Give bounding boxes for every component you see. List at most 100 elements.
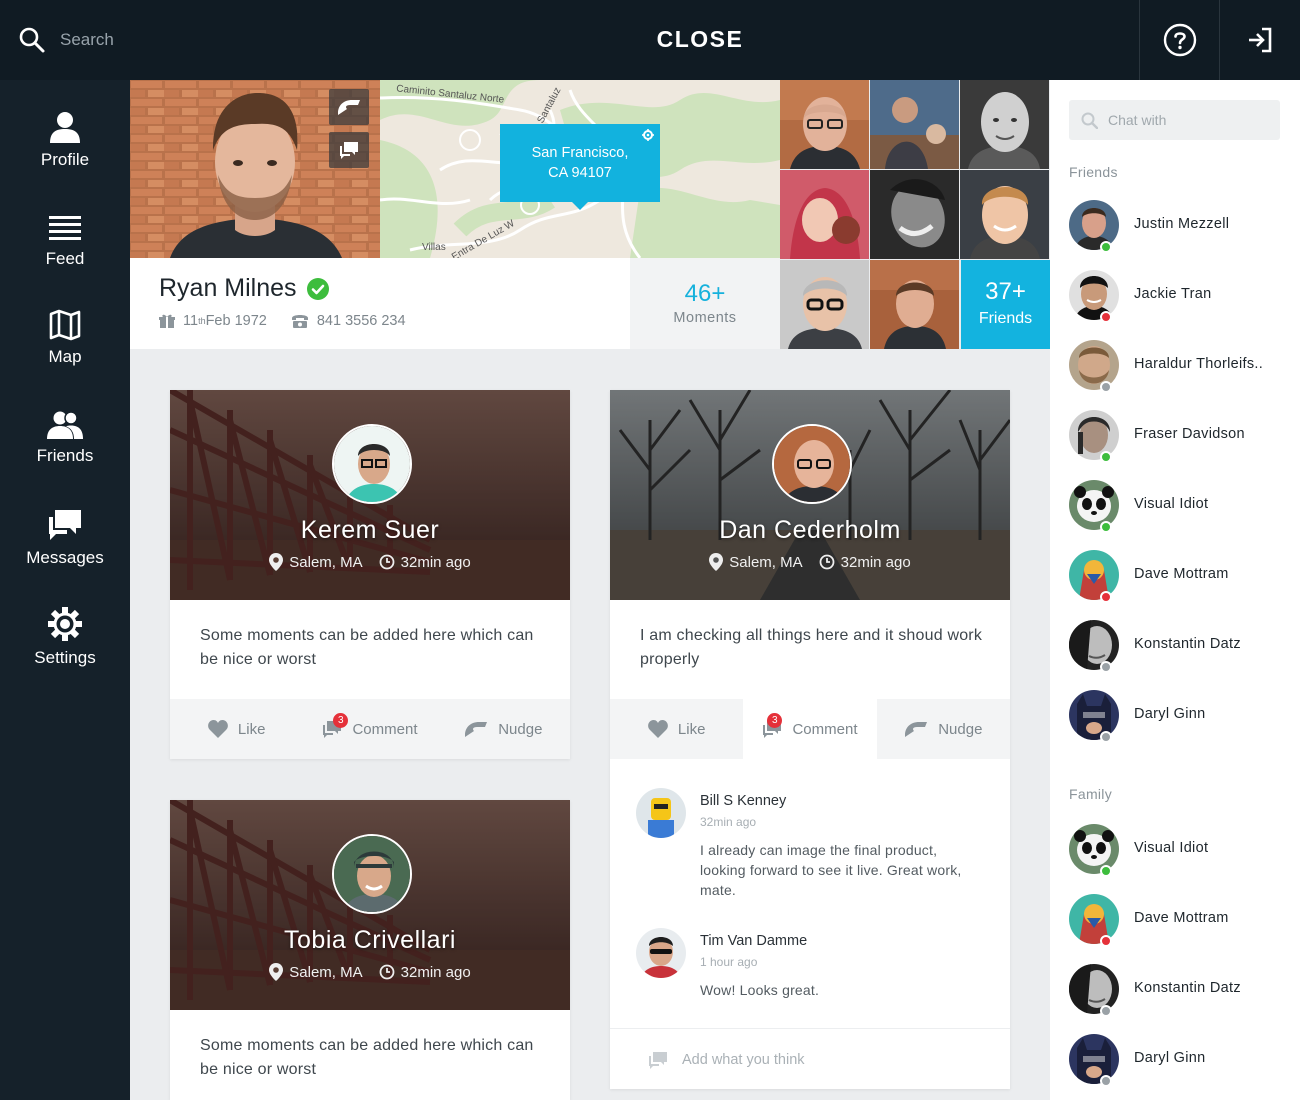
gear-icon <box>48 607 82 641</box>
friend-photo[interactable] <box>960 80 1049 169</box>
like-button[interactable]: Like <box>170 699 303 759</box>
contact-name: Visual Idiot <box>1134 840 1209 856</box>
like-label: Like <box>677 720 706 738</box>
sidebar-item-label: Settings <box>34 648 96 667</box>
contact-name: Visual Idiot <box>1134 496 1209 512</box>
status-busy-dot <box>1100 935 1112 947</box>
sidebar-item-label: Map <box>48 347 82 366</box>
profile-meta: 11th Feb 1972 841 3556 234 <box>159 313 406 329</box>
clock-icon <box>379 964 395 980</box>
add-comment-input[interactable] <box>682 1051 982 1068</box>
birthday-rest: Feb 1972 <box>205 313 267 329</box>
friend-photo[interactable] <box>870 80 959 169</box>
search-icon <box>1081 112 1098 129</box>
commenter-avatar[interactable] <box>636 928 686 978</box>
author-name[interactable]: Dan Cederholm <box>610 516 1010 545</box>
author-avatar[interactable] <box>332 424 412 504</box>
clock-icon <box>379 554 395 570</box>
chat-search-box[interactable] <box>1069 100 1280 140</box>
contact-avatar <box>1069 340 1119 390</box>
contact-avatar <box>1069 550 1119 600</box>
contact-avatar <box>1069 270 1119 320</box>
moments-count-tile[interactable]: 46+ Moments <box>630 258 780 349</box>
commenter-avatar[interactable] <box>636 788 686 838</box>
gear-icon[interactable] <box>642 129 654 141</box>
chat-contact[interactable]: Konstantin Datz <box>1069 964 1291 1018</box>
status-offline-dot <box>1100 1005 1112 1017</box>
chat-contact[interactable]: Visual Idiot <box>1069 824 1291 878</box>
contact-name: Jackie Tran <box>1134 286 1212 302</box>
sidebar-item-map[interactable]: Map <box>0 309 130 367</box>
chat-contact[interactable]: Dave Mottram <box>1069 894 1291 948</box>
comment-text: I already can image the final product, l… <box>700 842 962 898</box>
like-button[interactable]: Like <box>610 699 743 759</box>
location-pin-popup[interactable]: San Francisco, CA 94107 <box>500 124 660 210</box>
contact-name: Fraser Davidson <box>1134 426 1245 442</box>
chat-contact[interactable]: Haraldur Thorleifs.. <box>1069 340 1291 394</box>
nudge-profile-button[interactable] <box>329 89 369 125</box>
contact-name: Justin Mezzell <box>1134 216 1230 232</box>
comment-button[interactable]: 3 Comment <box>303 699 436 759</box>
card-meta: Salem, MA 32min ago <box>170 963 570 981</box>
add-comment-bar[interactable] <box>610 1028 1010 1089</box>
chat-contact[interactable]: Dave Mottram <box>1069 550 1291 604</box>
friends-count-tile[interactable]: 37+ Friends <box>961 260 1050 349</box>
friend-photo[interactable] <box>870 260 959 349</box>
birthday-suffix: th <box>198 316 206 326</box>
card-location: Salem, MA <box>289 553 363 571</box>
search-input[interactable] <box>60 30 260 50</box>
comment-button[interactable]: 3 Comment <box>743 699 877 759</box>
location-line-2: CA 94107 <box>548 165 612 181</box>
message-profile-button[interactable] <box>329 132 369 168</box>
commenter-name[interactable]: Bill S Kenney <box>700 793 786 809</box>
sidebar-item-messages[interactable]: Messages <box>0 508 130 568</box>
chat-contact[interactable]: Daryl Ginn <box>1069 1034 1291 1088</box>
chat-contact[interactable]: Jackie Tran <box>1069 270 1291 324</box>
profile-name-row: Ryan Milnes <box>159 274 329 303</box>
profile-info: Ryan Milnes 11th Feb 1972 841 3556 234 <box>130 258 630 349</box>
chat-contact[interactable]: Fraser Davidson <box>1069 410 1291 464</box>
moment-card: Dan Cederholm Salem, MA 32min ago I am c… <box>610 390 1010 1089</box>
search-icon <box>19 27 45 53</box>
friend-photo[interactable] <box>780 80 869 169</box>
friends-count: 37+ <box>985 278 1026 305</box>
comment-text: Wow! Looks great. <box>700 982 820 998</box>
nudge-button[interactable]: Nudge <box>437 699 570 759</box>
search-box[interactable] <box>18 22 260 58</box>
nudge-label: Nudge <box>938 720 983 738</box>
sidebar-item-friends[interactable]: Friends <box>0 410 130 466</box>
card-text: Some moments can be added here which can… <box>200 627 534 668</box>
friend-photo[interactable] <box>870 170 959 259</box>
friend-photo[interactable] <box>780 260 869 349</box>
commenter-name[interactable]: Tim Van Damme <box>700 933 807 949</box>
card-meta: Salem, MA 32min ago <box>170 553 570 571</box>
sidebar-item-profile[interactable]: Profile <box>0 110 130 170</box>
location-map[interactable]: Caminito Santaluz Norte Santaluz Villas … <box>380 80 780 258</box>
logout-button[interactable] <box>1219 0 1299 80</box>
chat-contact[interactable]: Justin Mezzell <box>1069 200 1291 254</box>
comment-label: Comment <box>792 720 858 738</box>
nudge-button[interactable]: Nudge <box>877 699 1010 759</box>
status-online-dot <box>1100 521 1112 533</box>
chat-contact[interactable]: Daryl Ginn <box>1069 690 1291 744</box>
sidebar-item-settings[interactable]: Settings <box>0 606 130 668</box>
status-online-dot <box>1100 451 1112 463</box>
author-name[interactable]: Kerem Suer <box>170 516 570 545</box>
author-avatar[interactable] <box>772 424 852 504</box>
author-avatar[interactable] <box>332 834 412 914</box>
comment-time: 32min ago <box>700 815 757 829</box>
card-actions: Like 3 Comment Nudge <box>610 699 1010 759</box>
location-line-1: San Francisco, <box>531 145 629 161</box>
card-time: 32min ago <box>400 553 471 571</box>
help-button[interactable] <box>1139 0 1219 80</box>
contact-avatar <box>1069 1034 1119 1084</box>
friend-photo[interactable] <box>780 170 869 259</box>
chat-contact[interactable]: Konstantin Datz <box>1069 620 1291 674</box>
author-name[interactable]: Tobia Crivellari <box>170 926 570 955</box>
sidebar-item-feed[interactable]: Feed <box>0 213 130 269</box>
sidebar-item-label: Feed <box>45 249 85 268</box>
chat-search-input[interactable] <box>1108 112 1268 128</box>
chat-contact[interactable]: Visual Idiot <box>1069 480 1291 534</box>
verified-check-icon <box>306 277 329 300</box>
friend-photo[interactable] <box>960 170 1049 259</box>
